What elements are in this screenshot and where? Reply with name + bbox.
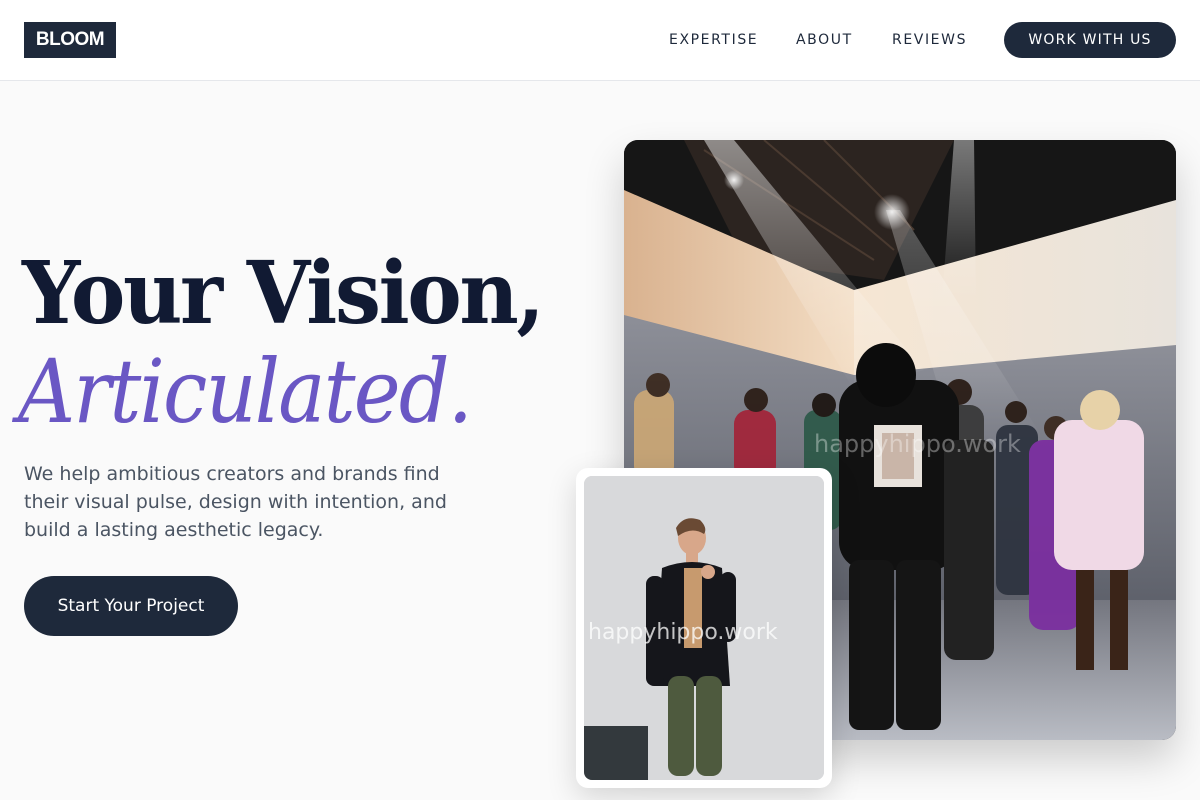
site-header: BLOOM EXPERTISE ABOUT REVIEWS WORK WITH … (0, 0, 1200, 81)
brand-logo[interactable]: BLOOM (24, 22, 116, 58)
hero-inset-photo-frame: happyhippo.work (576, 468, 832, 788)
nav-link-about[interactable]: ABOUT (796, 30, 853, 50)
hero-headline-line1: Your Vision, (22, 243, 545, 344)
start-project-button[interactable]: Start Your Project (24, 576, 238, 636)
hero-inset-photo: happyhippo.work (584, 476, 824, 780)
nav-link-expertise[interactable]: EXPERTISE (669, 30, 758, 50)
nav-link-reviews[interactable]: REVIEWS (892, 30, 967, 50)
work-with-us-button[interactable]: WORK WITH US (1004, 22, 1176, 58)
hero-headline-line2: Articulated. (18, 340, 473, 443)
hero-subtitle: We help ambitious creators and brands fi… (24, 463, 447, 541)
